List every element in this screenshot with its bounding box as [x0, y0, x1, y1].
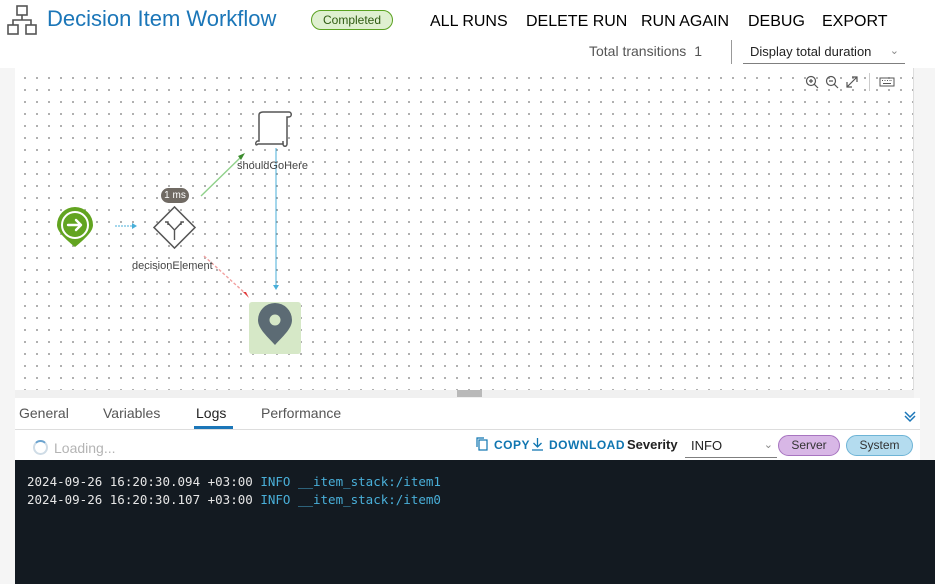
chevron-down-icon: ⌄	[889, 45, 899, 57]
copy-label: COPY	[494, 438, 531, 452]
zoom-out-icon[interactable]	[825, 75, 839, 89]
log-message: __item_stack:/item0	[297, 492, 441, 507]
loading-text: Loading...	[54, 440, 116, 456]
log-line: 2024-09-26 16:20:30.094 +03:00 INFO __it…	[27, 474, 935, 492]
tab-variables[interactable]: Variables	[103, 405, 160, 421]
tools-divider	[869, 73, 870, 91]
severity-select[interactable]: INFO ⌄	[685, 436, 777, 458]
tab-logs[interactable]: Logs	[196, 405, 226, 421]
total-transitions: Total transitions 1	[589, 43, 702, 59]
system-filter-button[interactable]: System	[846, 435, 913, 456]
collapse-icon[interactable]	[903, 409, 917, 423]
severity-label: Severity	[627, 437, 678, 452]
workflow-canvas[interactable]	[15, 68, 914, 390]
header-divider	[731, 40, 732, 64]
all-runs-button[interactable]: ALL RUNS	[430, 13, 508, 31]
copy-button[interactable]: COPY	[476, 437, 530, 452]
delete-run-button[interactable]: DELETE RUN	[526, 13, 627, 31]
detail-tabs: General Variables Logs Performance	[15, 398, 920, 430]
log-message: __item_stack:/item1	[297, 474, 441, 489]
server-filter-button[interactable]: Server	[778, 435, 840, 456]
transitions-label: Total transitions	[589, 43, 687, 59]
status-badge: Completed	[311, 10, 394, 30]
workflow-icon	[7, 5, 37, 35]
tab-general[interactable]: General	[19, 405, 69, 421]
script-label: shouldGoHere	[237, 160, 308, 172]
resize-handle[interactable]	[457, 390, 482, 397]
download-button[interactable]: DOWNLOAD	[531, 437, 625, 452]
log-level: INFO	[260, 492, 291, 507]
copy-icon	[476, 437, 488, 451]
severity-value: INFO	[691, 438, 723, 453]
download-label: DOWNLOAD	[549, 438, 625, 452]
zoom-in-icon[interactable]	[805, 75, 819, 89]
transitions-count: 1	[694, 43, 703, 59]
workflow-run-page: Decision Item Workflow Completed ALL RUN…	[0, 0, 935, 584]
log-console[interactable]: 2024-09-26 16:20:30.094 +03:00 INFO __it…	[15, 460, 935, 584]
log-timestamp: 2024-09-26 16:20:30.094 +03:00	[27, 474, 253, 489]
debug-button[interactable]: DEBUG	[748, 13, 805, 31]
active-tab-indicator	[194, 426, 233, 429]
fit-icon[interactable]	[845, 75, 859, 89]
tab-performance[interactable]: Performance	[261, 405, 341, 421]
duration-select-value: Display total duration	[750, 44, 872, 59]
export-button[interactable]: EXPORT	[822, 13, 888, 31]
log-level: INFO	[260, 474, 291, 489]
page-title: Decision Item Workflow	[47, 6, 277, 31]
decision-label: decisionElement	[132, 260, 213, 272]
duration-select[interactable]: Display total duration ⌄	[743, 40, 905, 64]
header: Decision Item Workflow Completed ALL RUN…	[0, 0, 935, 68]
log-timestamp: 2024-09-26 16:20:30.107 +03:00	[27, 492, 253, 507]
log-line: 2024-09-26 16:20:30.107 +03:00 INFO __it…	[27, 492, 935, 510]
loading-spinner-icon	[33, 440, 48, 455]
chevron-down-icon: ⌄	[763, 439, 773, 451]
run-again-button[interactable]: RUN AGAIN	[641, 13, 729, 31]
duration-badge: 1 ms	[161, 188, 189, 203]
download-icon	[532, 438, 543, 451]
keyboard-icon[interactable]	[879, 75, 895, 89]
